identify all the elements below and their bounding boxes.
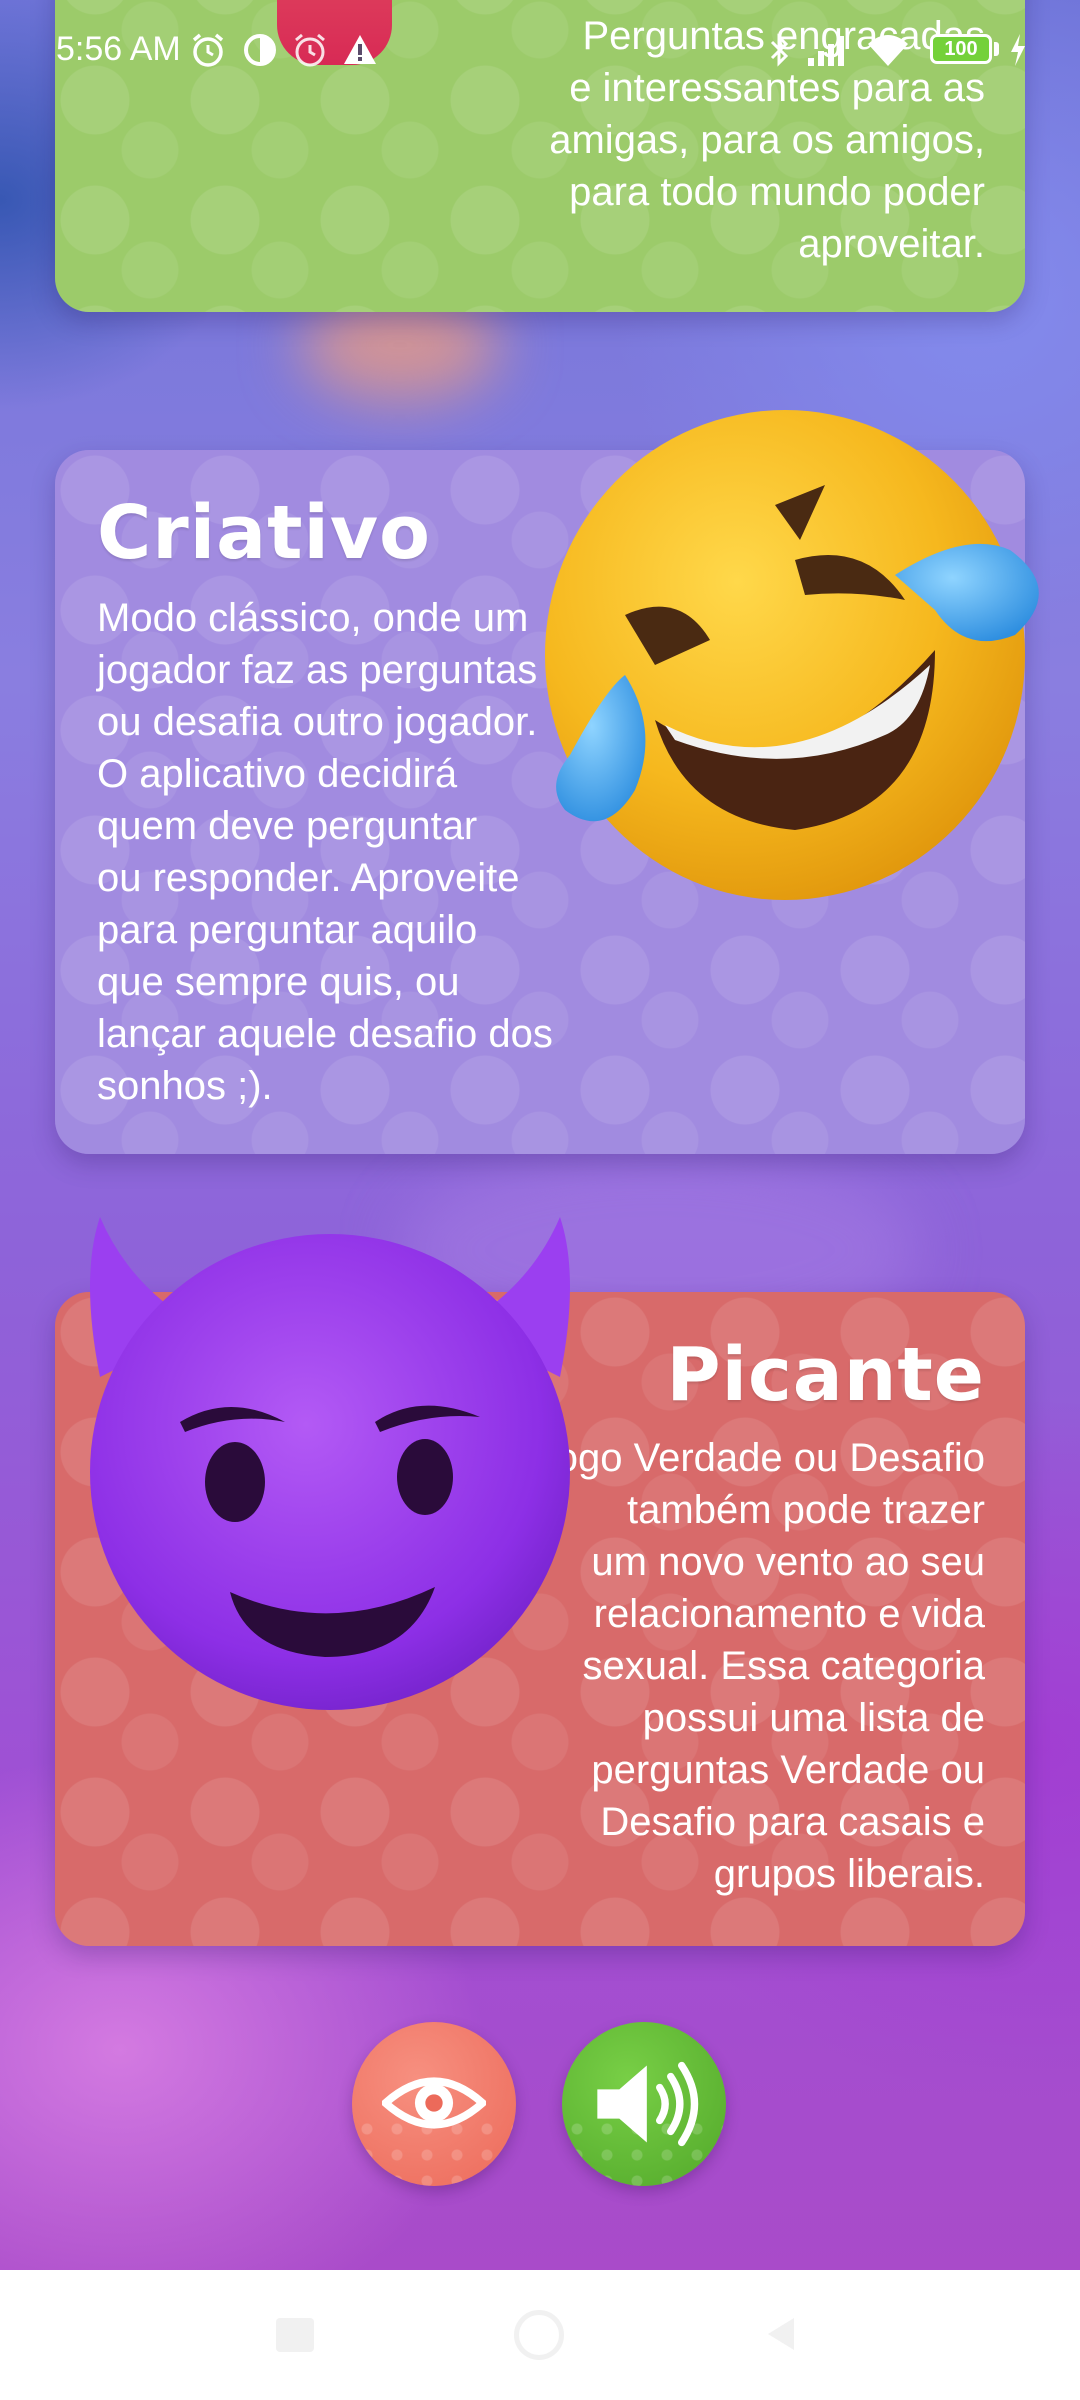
- category-title: Criativo: [97, 490, 431, 576]
- rolling-laughing-emoji-icon: [545, 410, 1039, 900]
- description-line: que sempre quis, ou: [97, 960, 460, 1004]
- app-screen: Perguntas engraçadas e interessantes par…: [0, 0, 1080, 2270]
- recent-apps-button[interactable]: [276, 2318, 314, 2352]
- speaker-icon: [597, 2061, 699, 2147]
- back-button[interactable]: [762, 2314, 802, 2354]
- description-line: perguntas Verdade ou: [591, 1748, 985, 1792]
- description-line: grupos liberais.: [713, 1852, 985, 1896]
- description-line: lançar aquele desafio dos: [97, 1012, 553, 1056]
- sound-button[interactable]: [562, 2022, 726, 2186]
- smiling-devil-emoji-icon: [90, 1217, 570, 1710]
- category-card-criativo[interactable]: Criativo Modo clássico, onde um jogador …: [55, 410, 1039, 1154]
- description-line: para perguntar aquilo: [97, 908, 478, 952]
- home-button[interactable]: [514, 2310, 564, 2360]
- description-line: sonhos ;).: [97, 1064, 273, 1108]
- description-line: aproveitar.: [798, 222, 985, 266]
- description-line: Desafio para casais e: [600, 1800, 985, 1844]
- eye-icon: [382, 2077, 486, 2129]
- description-line: e interessantes para as: [569, 66, 985, 110]
- category-title: Picante: [666, 1332, 985, 1418]
- eye-button[interactable]: [352, 2022, 516, 2186]
- category-card-picante[interactable]: Picante O jogo Verdade ou Desafio também…: [55, 1217, 1025, 1946]
- category-description: Perguntas engraçadas e interessantes par…: [285, 10, 985, 270]
- emoji-fragment-icon: [277, 0, 392, 65]
- category-card-top[interactable]: Perguntas engraçadas e interessantes par…: [55, 0, 1025, 312]
- description-line: para todo mundo poder: [569, 170, 985, 214]
- navigation-bar: [0, 2270, 1080, 2400]
- description-line: amigas, para os amigos,: [549, 118, 985, 162]
